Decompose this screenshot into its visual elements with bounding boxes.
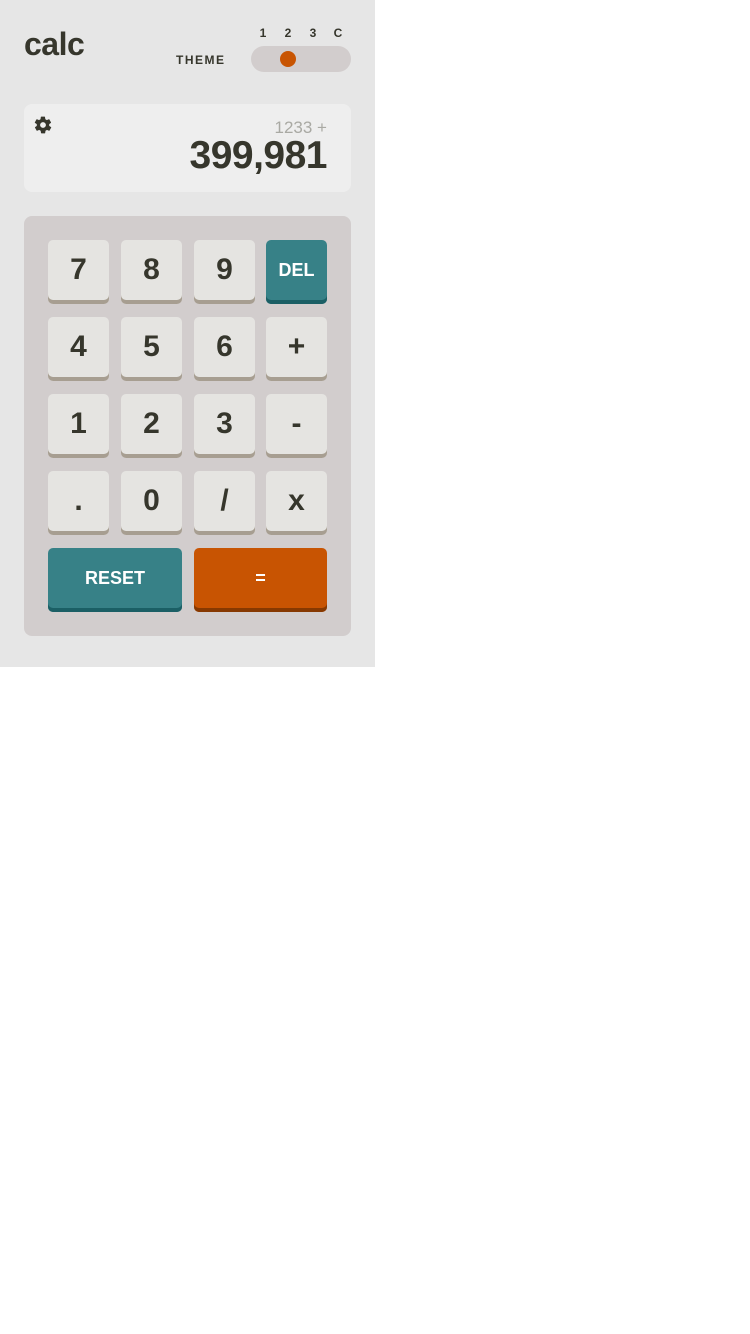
equals-button[interactable]: = [194, 548, 327, 612]
theme-toggle-knob[interactable] [280, 51, 296, 67]
theme-option-c[interactable]: C [328, 26, 348, 40]
key-8[interactable]: 8 [121, 240, 182, 304]
keypad: 7 8 9 DEL 4 5 6 + 1 2 3 - . 0 / x RESET … [24, 216, 351, 636]
theme-toggle[interactable] [251, 46, 351, 72]
gear-icon[interactable] [33, 115, 53, 135]
key-1[interactable]: 1 [48, 394, 109, 458]
key-decimal[interactable]: . [48, 471, 109, 535]
theme-option-1[interactable]: 1 [253, 26, 273, 40]
key-0[interactable]: 0 [121, 471, 182, 535]
key-divide[interactable]: / [194, 471, 255, 535]
display-value: 399,981 [189, 134, 328, 177]
theme-option-2[interactable]: 2 [278, 26, 298, 40]
reset-button[interactable]: RESET [48, 548, 182, 612]
calculator-display: 1233 + 399,981 [24, 104, 351, 192]
key-3[interactable]: 3 [194, 394, 255, 458]
key-2[interactable]: 2 [121, 394, 182, 458]
key-9[interactable]: 9 [194, 240, 255, 304]
theme-options: 1 2 3 C [251, 26, 351, 42]
key-multiply[interactable]: x [266, 471, 327, 535]
key-5[interactable]: 5 [121, 317, 182, 381]
key-plus[interactable]: + [266, 317, 327, 381]
key-7[interactable]: 7 [48, 240, 109, 304]
key-6[interactable]: 6 [194, 317, 255, 381]
calculator-app: calc THEME 1 2 3 C 1233 + 399,981 7 8 9 … [0, 0, 375, 667]
delete-button[interactable]: DEL [266, 240, 327, 304]
key-4[interactable]: 4 [48, 317, 109, 381]
key-minus[interactable]: - [266, 394, 327, 458]
app-logo: calc [24, 26, 85, 62]
theme-option-3[interactable]: 3 [303, 26, 323, 40]
theme-label: THEME [176, 53, 226, 67]
